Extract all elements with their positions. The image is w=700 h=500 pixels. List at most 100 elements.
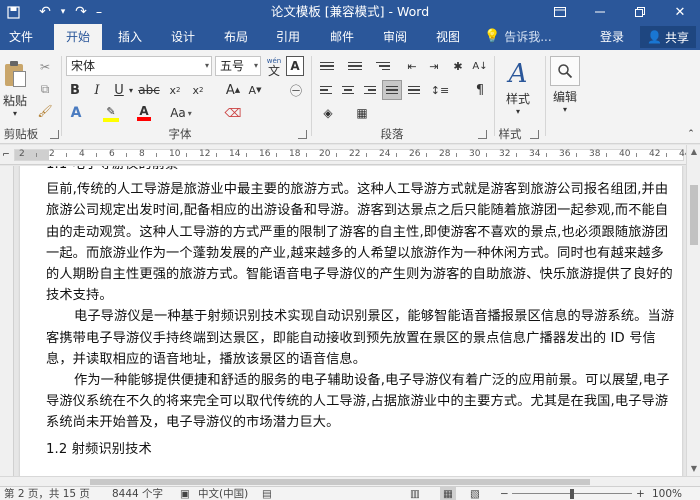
editing-label[interactable]: 编辑	[546, 88, 584, 104]
undo-icon[interactable]: ↶	[34, 1, 56, 23]
page-count[interactable]: 第 2 页，共 15 页	[4, 487, 90, 500]
show-marks-icon[interactable]: ¶	[470, 80, 490, 100]
sign-in-link[interactable]: 登录	[600, 24, 624, 50]
font-color-icon[interactable]: A	[134, 103, 154, 123]
chevron-down-icon[interactable]: ▾	[254, 57, 258, 75]
paragraph[interactable]: 电子导游仪是一种基于射频识别技术实现自动识别景区，能够智能语音播报景区信息的导游…	[46, 306, 676, 370]
scroll-up-icon[interactable]: ▲	[687, 145, 700, 159]
styles-label[interactable]: 样式	[498, 90, 538, 106]
chevron-down-icon[interactable]: ▾	[205, 57, 209, 75]
clear-formatting-icon[interactable]: ⌫	[224, 103, 242, 123]
document-page[interactable]: 1.1 电子导游仪的前景 巨前,传统的人工导游是旅游业中最主要的旅游方式。这种人…	[20, 166, 682, 476]
text-effects-icon[interactable]: A	[66, 103, 86, 123]
distributed-icon[interactable]	[404, 80, 424, 100]
paste-label[interactable]: 粘贴	[0, 92, 30, 108]
redo-icon[interactable]: ↷	[70, 1, 92, 23]
paragraph[interactable]: 巨前,传统的人工导游是旅游业中最主要的旅游方式。这种人工导游方式就是游客到旅游公…	[46, 179, 676, 306]
clipboard-dialog-launcher[interactable]	[50, 130, 59, 139]
zoom-level[interactable]: 100%	[652, 487, 682, 500]
change-case-icon[interactable]: Aa ▾	[168, 103, 194, 123]
shading-icon[interactable]: ◈	[316, 103, 340, 123]
print-layout-icon[interactable]: ▦	[440, 487, 456, 500]
word-count[interactable]: 8444 个字	[112, 487, 163, 500]
share-button[interactable]: 👤 共享	[640, 26, 696, 48]
scroll-thumb[interactable]	[90, 479, 590, 485]
justify-icon[interactable]	[382, 80, 402, 100]
borders-icon[interactable]: ▦	[350, 103, 374, 123]
line-spacing-icon[interactable]: ↕≡	[428, 80, 452, 100]
minimize-icon[interactable]	[580, 0, 620, 24]
ribbon-display-options-icon[interactable]	[540, 0, 580, 24]
multilevel-list-icon[interactable]	[372, 56, 394, 76]
paragraph-dialog-launcher[interactable]	[478, 130, 487, 139]
italic-icon[interactable]: I	[88, 80, 106, 100]
bullets-icon[interactable]	[316, 56, 338, 76]
shrink-font-icon[interactable]: A ▼	[246, 80, 264, 100]
zoom-out-icon[interactable]: −	[500, 487, 509, 500]
save-icon[interactable]	[2, 1, 24, 23]
phonetic-guide-button[interactable]: wén 文	[264, 54, 284, 78]
web-layout-icon[interactable]: ▧	[470, 487, 480, 500]
character-border-icon[interactable]: A	[286, 56, 304, 76]
tell-me-box[interactable]: 💡 告诉我...	[484, 24, 552, 50]
scroll-down-icon[interactable]: ▼	[687, 462, 700, 476]
underline-icon[interactable]: U	[110, 80, 128, 100]
horizontal-ruler[interactable]: ⌐ 2 2 4 6 8 10 12 14 16 18 20 22 24 26 28 30 32 34 36 38 40 4…	[0, 145, 700, 165]
restore-icon[interactable]	[620, 0, 660, 24]
tab-view[interactable]: 视图	[428, 24, 468, 50]
align-right-icon[interactable]	[360, 80, 380, 100]
tab-mailings[interactable]: 邮件	[322, 24, 362, 50]
document-body[interactable]: 1.1 电子导游仪的前景 巨前,传统的人工导游是旅游业中最主要的旅游方式。这种人…	[46, 166, 676, 460]
align-left-icon[interactable]	[316, 80, 336, 100]
highlight-icon[interactable]: ✎	[100, 103, 122, 123]
chinese-layout-icon[interactable]: ✱	[448, 56, 468, 76]
styles-dialog-launcher[interactable]	[530, 130, 539, 139]
collapse-ribbon-icon[interactable]: ⌃	[684, 128, 698, 140]
cut-icon[interactable]: ✂	[36, 58, 54, 76]
grow-font-icon[interactable]: A ▲	[224, 80, 242, 100]
zoom-in-icon[interactable]: +	[636, 487, 645, 500]
align-center-icon[interactable]	[338, 80, 358, 100]
styles-dropdown-icon[interactable]: ▾	[498, 106, 538, 116]
horizontal-scrollbar[interactable]	[0, 476, 700, 486]
decrease-indent-icon[interactable]: ⇤	[402, 56, 422, 76]
tab-home[interactable]: 开始	[54, 24, 102, 51]
editing-dropdown-icon[interactable]: ▾	[546, 104, 584, 114]
font-size-combo[interactable]: 五号 ▾	[215, 56, 261, 76]
undo-dropdown-icon[interactable]: ▾	[56, 1, 70, 23]
section-heading[interactable]: 1.2 射频识别技术	[46, 439, 676, 460]
strikethrough-icon[interactable]: abc	[138, 80, 160, 100]
numbering-icon[interactable]	[344, 56, 366, 76]
styles-button[interactable]: A	[498, 56, 538, 92]
scroll-thumb[interactable]	[690, 185, 698, 245]
vertical-scrollbar[interactable]: ▲ ▼	[686, 145, 700, 476]
copy-icon[interactable]: ⧉	[36, 80, 54, 98]
customize-qat-icon[interactable]: ⎯	[92, 1, 106, 23]
tab-layout[interactable]: 布局	[216, 24, 256, 50]
paragraph[interactable]: 作为一种能够提供便捷和舒适的服务的电子辅助设备,电子导游仪有着广泛的应用前景。可…	[46, 370, 676, 434]
paste-button[interactable]	[0, 58, 30, 92]
tab-design[interactable]: 设计	[163, 24, 203, 50]
editing-button[interactable]	[550, 56, 580, 86]
tab-review[interactable]: 审阅	[375, 24, 415, 50]
format-painter-icon[interactable]: 🖌	[36, 102, 54, 120]
subscript-icon[interactable]: x2	[165, 80, 185, 100]
tab-references[interactable]: 引用	[268, 24, 308, 50]
sort-icon[interactable]: A↓	[470, 56, 490, 76]
language-indicator[interactable]: 中文(中国)	[198, 487, 248, 500]
macro-icon[interactable]: ▤	[262, 487, 272, 500]
read-mode-icon[interactable]: ▥	[410, 487, 420, 500]
enclose-characters-icon[interactable]: ㊀	[286, 80, 306, 100]
superscript-icon[interactable]: x2	[188, 80, 208, 100]
tab-selector-icon[interactable]: ⌐	[0, 149, 12, 161]
underline-dropdown-icon[interactable]: ▾	[127, 80, 135, 100]
increase-indent-icon[interactable]: ⇥	[424, 56, 444, 76]
close-icon[interactable]: ✕	[660, 0, 700, 24]
vertical-ruler[interactable]	[0, 166, 14, 476]
tab-file[interactable]: 文件	[0, 24, 42, 50]
paste-dropdown-icon[interactable]: ▾	[0, 108, 30, 118]
tab-insert[interactable]: 插入	[110, 24, 150, 50]
font-dialog-launcher[interactable]	[298, 130, 307, 139]
section-heading[interactable]: 1.1 电子导游仪的前景	[46, 166, 676, 175]
proofing-icon[interactable]: ▣	[180, 487, 190, 500]
